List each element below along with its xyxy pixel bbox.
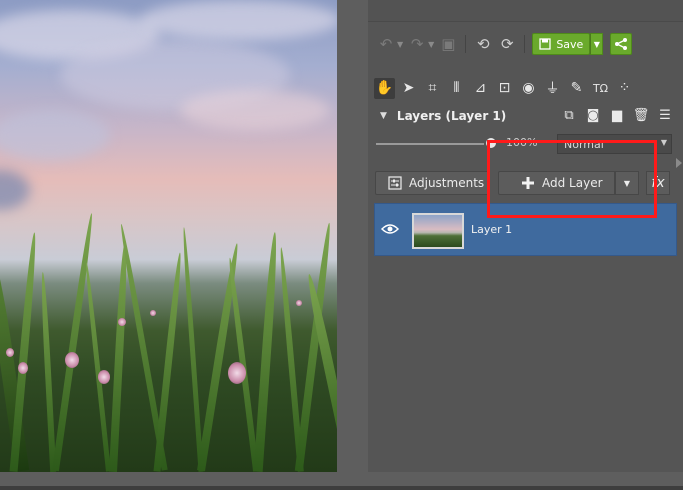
- perspective-tool-icon[interactable]: ⦀: [446, 78, 467, 99]
- collapse-caret-icon[interactable]: ▼: [380, 111, 387, 121]
- fx-button[interactable]: fx: [646, 171, 670, 195]
- floppy-disk-icon: [539, 38, 551, 50]
- duplicate-layer-icon[interactable]: ⧉: [561, 107, 577, 123]
- layer-buttons-row: Adjustments Add Layer ▼ fx: [368, 170, 683, 196]
- layer-row[interactable]: Layer 1: [374, 203, 677, 256]
- plus-icon: [522, 177, 534, 189]
- layers-panel-header[interactable]: ▼ Layers (Layer 1) ⧉ ◙ ▆ 🗑 ☰: [368, 104, 683, 128]
- effects-tool-icon[interactable]: ⁘: [614, 78, 635, 99]
- canvas-background: [337, 0, 368, 472]
- eye-icon[interactable]: [381, 222, 399, 236]
- add-layer-label: Add Layer: [542, 176, 603, 190]
- crop-tool-icon[interactable]: ⌗: [422, 78, 443, 99]
- layers-panel-title: Layers (Layer 1): [396, 109, 507, 123]
- text-tool-icon[interactable]: TΩ: [590, 78, 611, 99]
- bottom-divider: [0, 486, 683, 490]
- save-label: Save: [556, 37, 584, 51]
- brush-tool-icon[interactable]: ✎: [566, 78, 587, 99]
- panel-expand-arrow-icon[interactable]: [676, 158, 682, 168]
- stamp-tool-icon[interactable]: ⏚: [542, 78, 563, 99]
- save-button[interactable]: Save: [532, 33, 591, 55]
- add-layer-button[interactable]: Add Layer: [498, 171, 615, 195]
- opacity-slider-track[interactable]: [376, 143, 484, 145]
- save-dropdown-button[interactable]: ▼: [590, 33, 604, 55]
- fx-label: fx: [651, 175, 665, 191]
- redo-dropdown-icon[interactable]: ▼: [428, 40, 434, 49]
- menu-icon[interactable]: ☰: [657, 107, 673, 123]
- blend-mode-value: Normal: [564, 137, 604, 151]
- layers-actions: ⧉ ◙ ▆ 🗑 ☰: [561, 107, 673, 123]
- history-icon[interactable]: ▣: [438, 34, 458, 54]
- tools-bar: ✋ ➤ ⌗ ⦀ ⊿ ⊡ ◉ ⏚ ✎ TΩ ⁘: [368, 76, 683, 100]
- adjustments-button[interactable]: Adjustments: [375, 171, 490, 195]
- adjustments-icon: [388, 176, 402, 190]
- eye-tool-icon[interactable]: ◉: [518, 78, 539, 99]
- folder-icon[interactable]: ▆: [609, 107, 625, 123]
- trash-icon[interactable]: 🗑: [633, 107, 650, 123]
- blend-mode-select[interactable]: Normal ▼: [557, 134, 672, 154]
- straighten-tool-icon[interactable]: ⊿: [470, 78, 491, 99]
- opacity-slider-handle[interactable]: [486, 138, 496, 148]
- adjustments-label: Adjustments: [409, 176, 485, 190]
- share-icon: [615, 38, 628, 50]
- frame-tool-icon[interactable]: ⊡: [494, 78, 515, 99]
- layer-thumbnail: [412, 213, 464, 249]
- panel-top-bar: [368, 0, 683, 22]
- app-window: ↶ ▼ ↷ ▼ ▣ ⟲ ⟳ Save ▼ ✋ ➤ ⌗ ⦀ ⊿ ⊡ ◉ ⏚ ✎ T…: [0, 0, 683, 490]
- toolbar-divider: [524, 35, 526, 53]
- photo-canvas[interactable]: [0, 0, 337, 472]
- rotate-left-icon[interactable]: ⟲: [473, 34, 493, 54]
- layer-mask-icon[interactable]: ◙: [585, 107, 601, 123]
- opacity-row: 100% Normal ▼: [368, 133, 683, 155]
- redo-icon[interactable]: ↷: [407, 34, 427, 54]
- opacity-value: 100%: [506, 136, 538, 149]
- share-button[interactable]: [610, 33, 633, 55]
- add-layer-dropdown-button[interactable]: ▼: [615, 171, 639, 195]
- select-tool-icon[interactable]: ➤: [398, 78, 419, 99]
- undo-dropdown-icon[interactable]: ▼: [397, 40, 403, 49]
- toolbar-divider: [465, 35, 467, 53]
- undo-icon[interactable]: ↶: [376, 34, 396, 54]
- right-panel: ↶ ▼ ↷ ▼ ▣ ⟲ ⟳ Save ▼ ✋ ➤ ⌗ ⦀ ⊿ ⊡ ◉ ⏚ ✎ T…: [368, 0, 683, 472]
- layer-name: Layer 1: [471, 223, 513, 236]
- rotate-right-icon[interactable]: ⟳: [497, 34, 517, 54]
- main-toolbar: ↶ ▼ ↷ ▼ ▣ ⟲ ⟳ Save ▼: [368, 30, 683, 58]
- chevron-down-icon: ▼: [660, 138, 667, 147]
- hand-tool-icon[interactable]: ✋: [374, 77, 395, 99]
